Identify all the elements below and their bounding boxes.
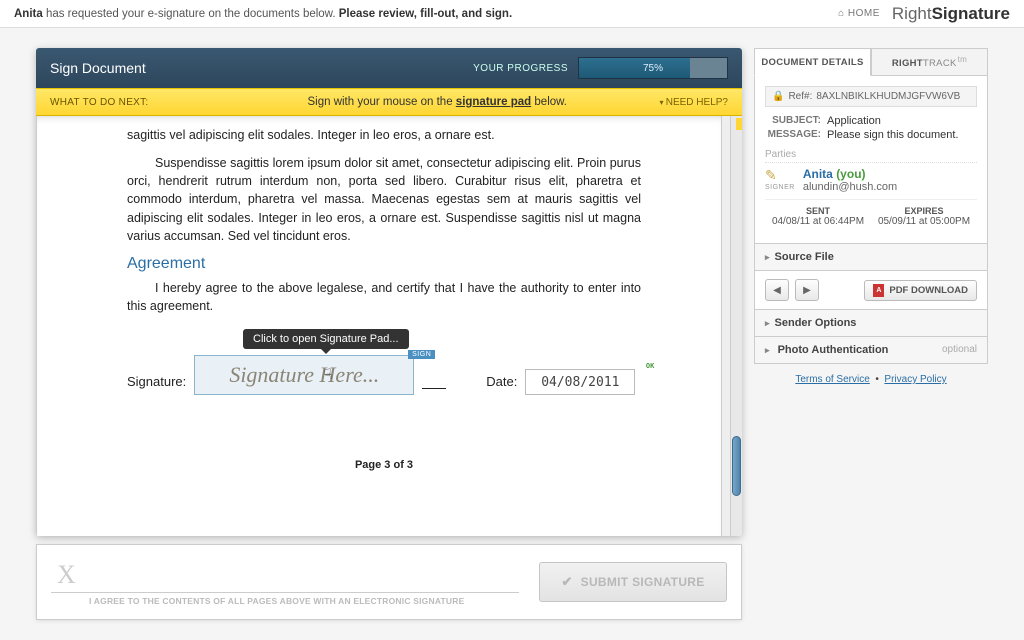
signature-caption: I AGREE TO THE CONTENTS OF ALL PAGES ABO… <box>51 593 519 606</box>
home-link[interactable]: ⌂ HOME <box>838 8 880 19</box>
signature-input[interactable]: X <box>51 559 519 593</box>
party-row: ✎ SIGNER Anita (you) alundin@hush.com <box>765 167 977 193</box>
ok-badge: OK <box>646 362 654 370</box>
progress-percent: 75% <box>579 63 727 74</box>
progress-bar: 75% <box>578 57 728 79</box>
top-bar: Anita has requested your e-signature on … <box>0 0 1024 28</box>
date-field[interactable]: 04/08/2011 OK <box>525 369 635 395</box>
vertical-scrollbar[interactable] <box>730 116 742 536</box>
hint-bar: WHAT TO DO NEXT: Sign with your mouse on… <box>36 88 742 116</box>
pdf-icon: A <box>873 284 884 297</box>
accordion-sender-options[interactable]: Sender Options <box>754 310 988 337</box>
need-help-toggle[interactable]: NEED HELP? <box>660 97 729 108</box>
terms-link[interactable]: Terms of Service <box>795 374 869 385</box>
signature-label: Signature: <box>127 374 186 395</box>
tab-righttrack[interactable]: RIGHTTRACKtm <box>871 48 988 76</box>
tab-document-details[interactable]: DOCUMENT DETAILS <box>754 48 871 76</box>
request-message: Anita has requested your e-signature on … <box>14 8 512 20</box>
sign-badge: SIGN <box>408 350 435 359</box>
signature-confirm-bar: X I AGREE TO THE CONTENTS OF ALL PAGES A… <box>36 544 742 620</box>
accordion-source-file[interactable]: Source File <box>754 244 988 271</box>
lock-icon: 🔒 <box>772 91 784 102</box>
parties-heading: Parties <box>765 149 977 163</box>
instruction-text: Sign with your mouse on the signature pa… <box>215 96 660 108</box>
signature-pad[interactable]: Signature Here... SIGN <box>194 355 414 395</box>
signature-tooltip: Click to open Signature Pad... <box>243 329 409 349</box>
party-you-tag: (you) <box>836 167 865 181</box>
sent-value: 04/08/11 at 06:44PM <box>765 216 871 227</box>
agreement-text: I hereby agree to the above legalese, an… <box>127 279 641 315</box>
sidebar-footer: Terms of Service • Privacy Policy <box>754 364 988 395</box>
requester-name: Anita <box>14 8 43 20</box>
accordion-photo-auth[interactable]: Photo Authenticationoptional <box>754 337 988 364</box>
party-name: Anita <box>803 167 833 181</box>
sent-heading: SENT <box>765 206 871 216</box>
scrollbar-thumb[interactable] <box>732 436 741 496</box>
check-icon: ✔ <box>561 574 572 590</box>
body-fragment: sagittis vel adipiscing elit sodales. In… <box>127 126 641 144</box>
pdf-download-button[interactable]: A PDF DOWNLOAD <box>864 280 977 301</box>
subject-value: Application <box>827 115 881 127</box>
x-mark: X <box>57 560 76 590</box>
document-panel: Sign Document YOUR PROGRESS 75% WHAT TO … <box>36 48 742 536</box>
privacy-link[interactable]: Privacy Policy <box>884 374 946 385</box>
party-email: alundin@hush.com <box>803 181 897 193</box>
next-file-button[interactable]: ▶ <box>795 279 819 301</box>
document-page: sagittis vel adipiscing elit sodales. In… <box>36 116 722 536</box>
page-number: Page 3 of 3 <box>127 459 641 471</box>
message-value: Please sign this document. <box>827 129 958 141</box>
pen-icon: ✎ <box>765 167 777 183</box>
signature-placeholder: Signature Here... <box>229 362 379 388</box>
body-paragraph: Suspendisse sagittis lorem ipsum dolor s… <box>127 154 641 245</box>
submit-signature-button[interactable]: ✔ SUBMIT SIGNATURE <box>539 562 727 602</box>
brand-logo: RightSignature <box>892 4 1010 24</box>
scroll-marker <box>736 118 742 130</box>
details-sidebar: DOCUMENT DETAILS RIGHTTRACKtm 🔒 Ref#: 8A… <box>754 48 988 536</box>
expires-value: 05/09/11 at 05:00PM <box>871 216 977 227</box>
date-label: Date: <box>486 374 517 395</box>
expires-heading: EXPIRES <box>871 206 977 216</box>
todo-label: WHAT TO DO NEXT: <box>50 97 215 108</box>
reference-box: 🔒 Ref#: 8AXLNBIKLKHUDMJGFVW6VB <box>765 86 977 107</box>
panel-title: Sign Document <box>50 60 146 76</box>
title-bar: Sign Document YOUR PROGRESS 75% <box>36 48 742 88</box>
reference-number: 8AXLNBIKLKHUDMJGFVW6VB <box>816 91 960 102</box>
prev-file-button[interactable]: ◀ <box>765 279 789 301</box>
agreement-heading: Agreement <box>127 255 641 273</box>
progress-label: YOUR PROGRESS <box>473 63 568 74</box>
